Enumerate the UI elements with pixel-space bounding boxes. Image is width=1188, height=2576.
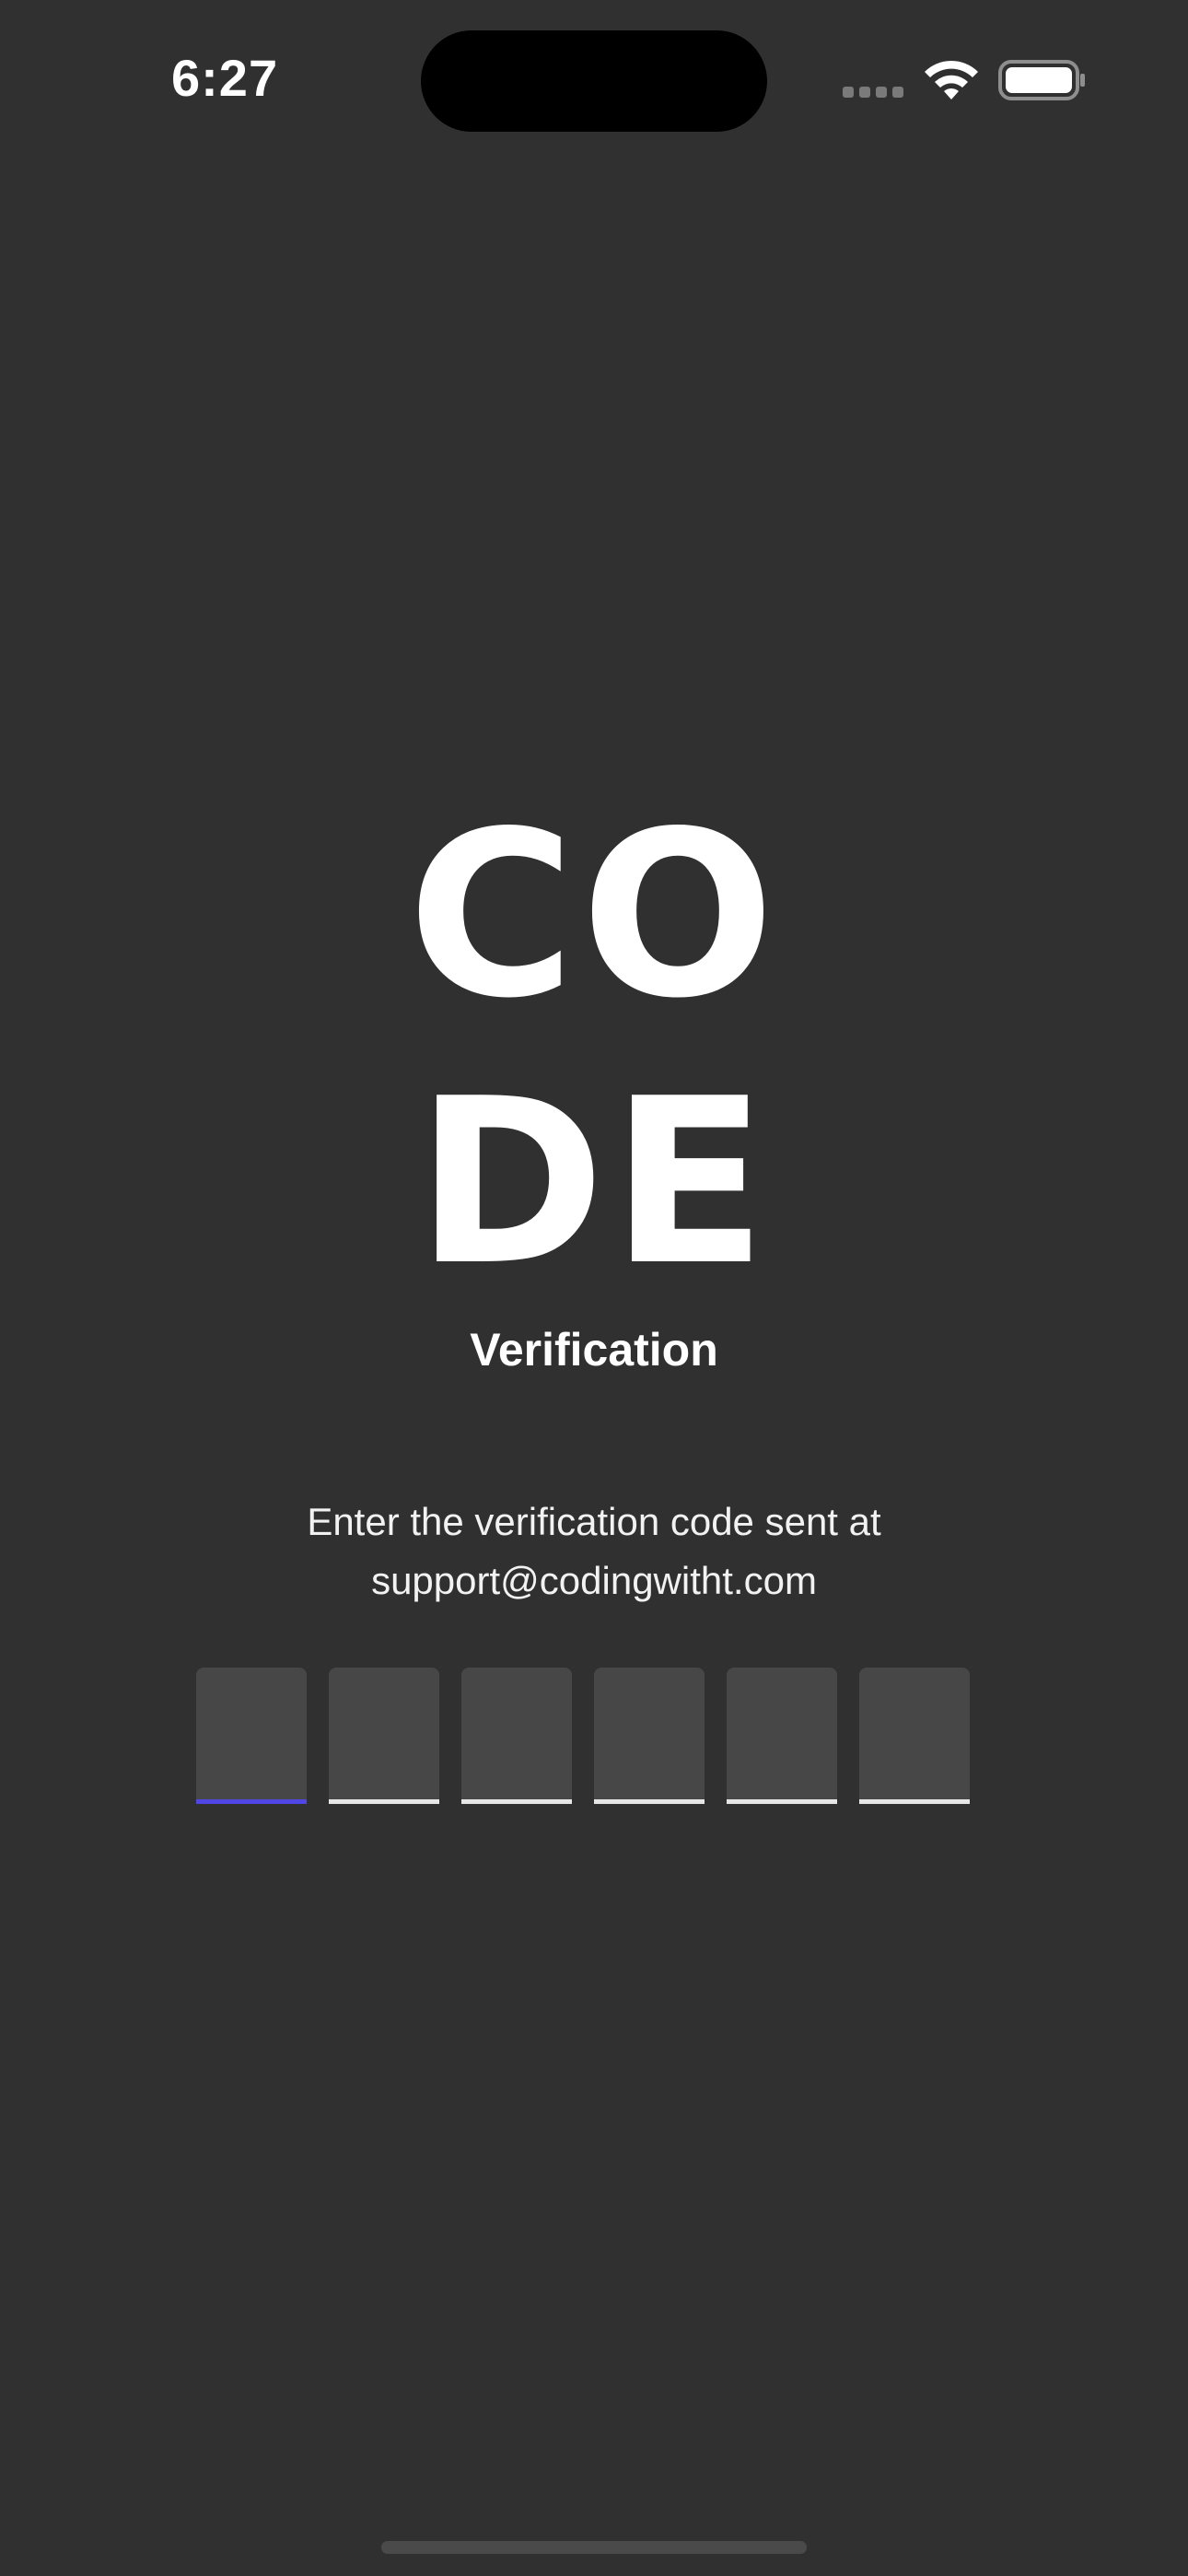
instructions-line-1: Enter the verification code sent at [307, 1500, 881, 1543]
otp-digit-input-2[interactable] [329, 1668, 439, 1804]
instructions-email: support@codingwitht.com [371, 1559, 817, 1602]
battery-icon [998, 60, 1085, 100]
logo-text-line-2: DE [415, 1050, 773, 1316]
instructions-text: Enter the verification code sent at supp… [0, 1493, 1188, 1610]
otp-digit-input-3[interactable] [461, 1668, 572, 1804]
cell-signal-icon [843, 87, 903, 98]
otp-digit-input-4[interactable] [594, 1668, 705, 1804]
wifi-icon [925, 60, 978, 100]
home-indicator[interactable] [381, 2541, 807, 2554]
dynamic-island [421, 30, 767, 132]
otp-digit-input-1[interactable] [196, 1668, 307, 1804]
logo-text-line-1: CO [407, 783, 781, 1048]
page-subtitle: Verification [470, 1324, 718, 1376]
otp-digit-input-5[interactable] [727, 1668, 837, 1804]
status-time: 6:27 [171, 49, 279, 107]
otp-digit-input-6[interactable] [859, 1668, 970, 1804]
otp-input-row [196, 1668, 970, 1804]
